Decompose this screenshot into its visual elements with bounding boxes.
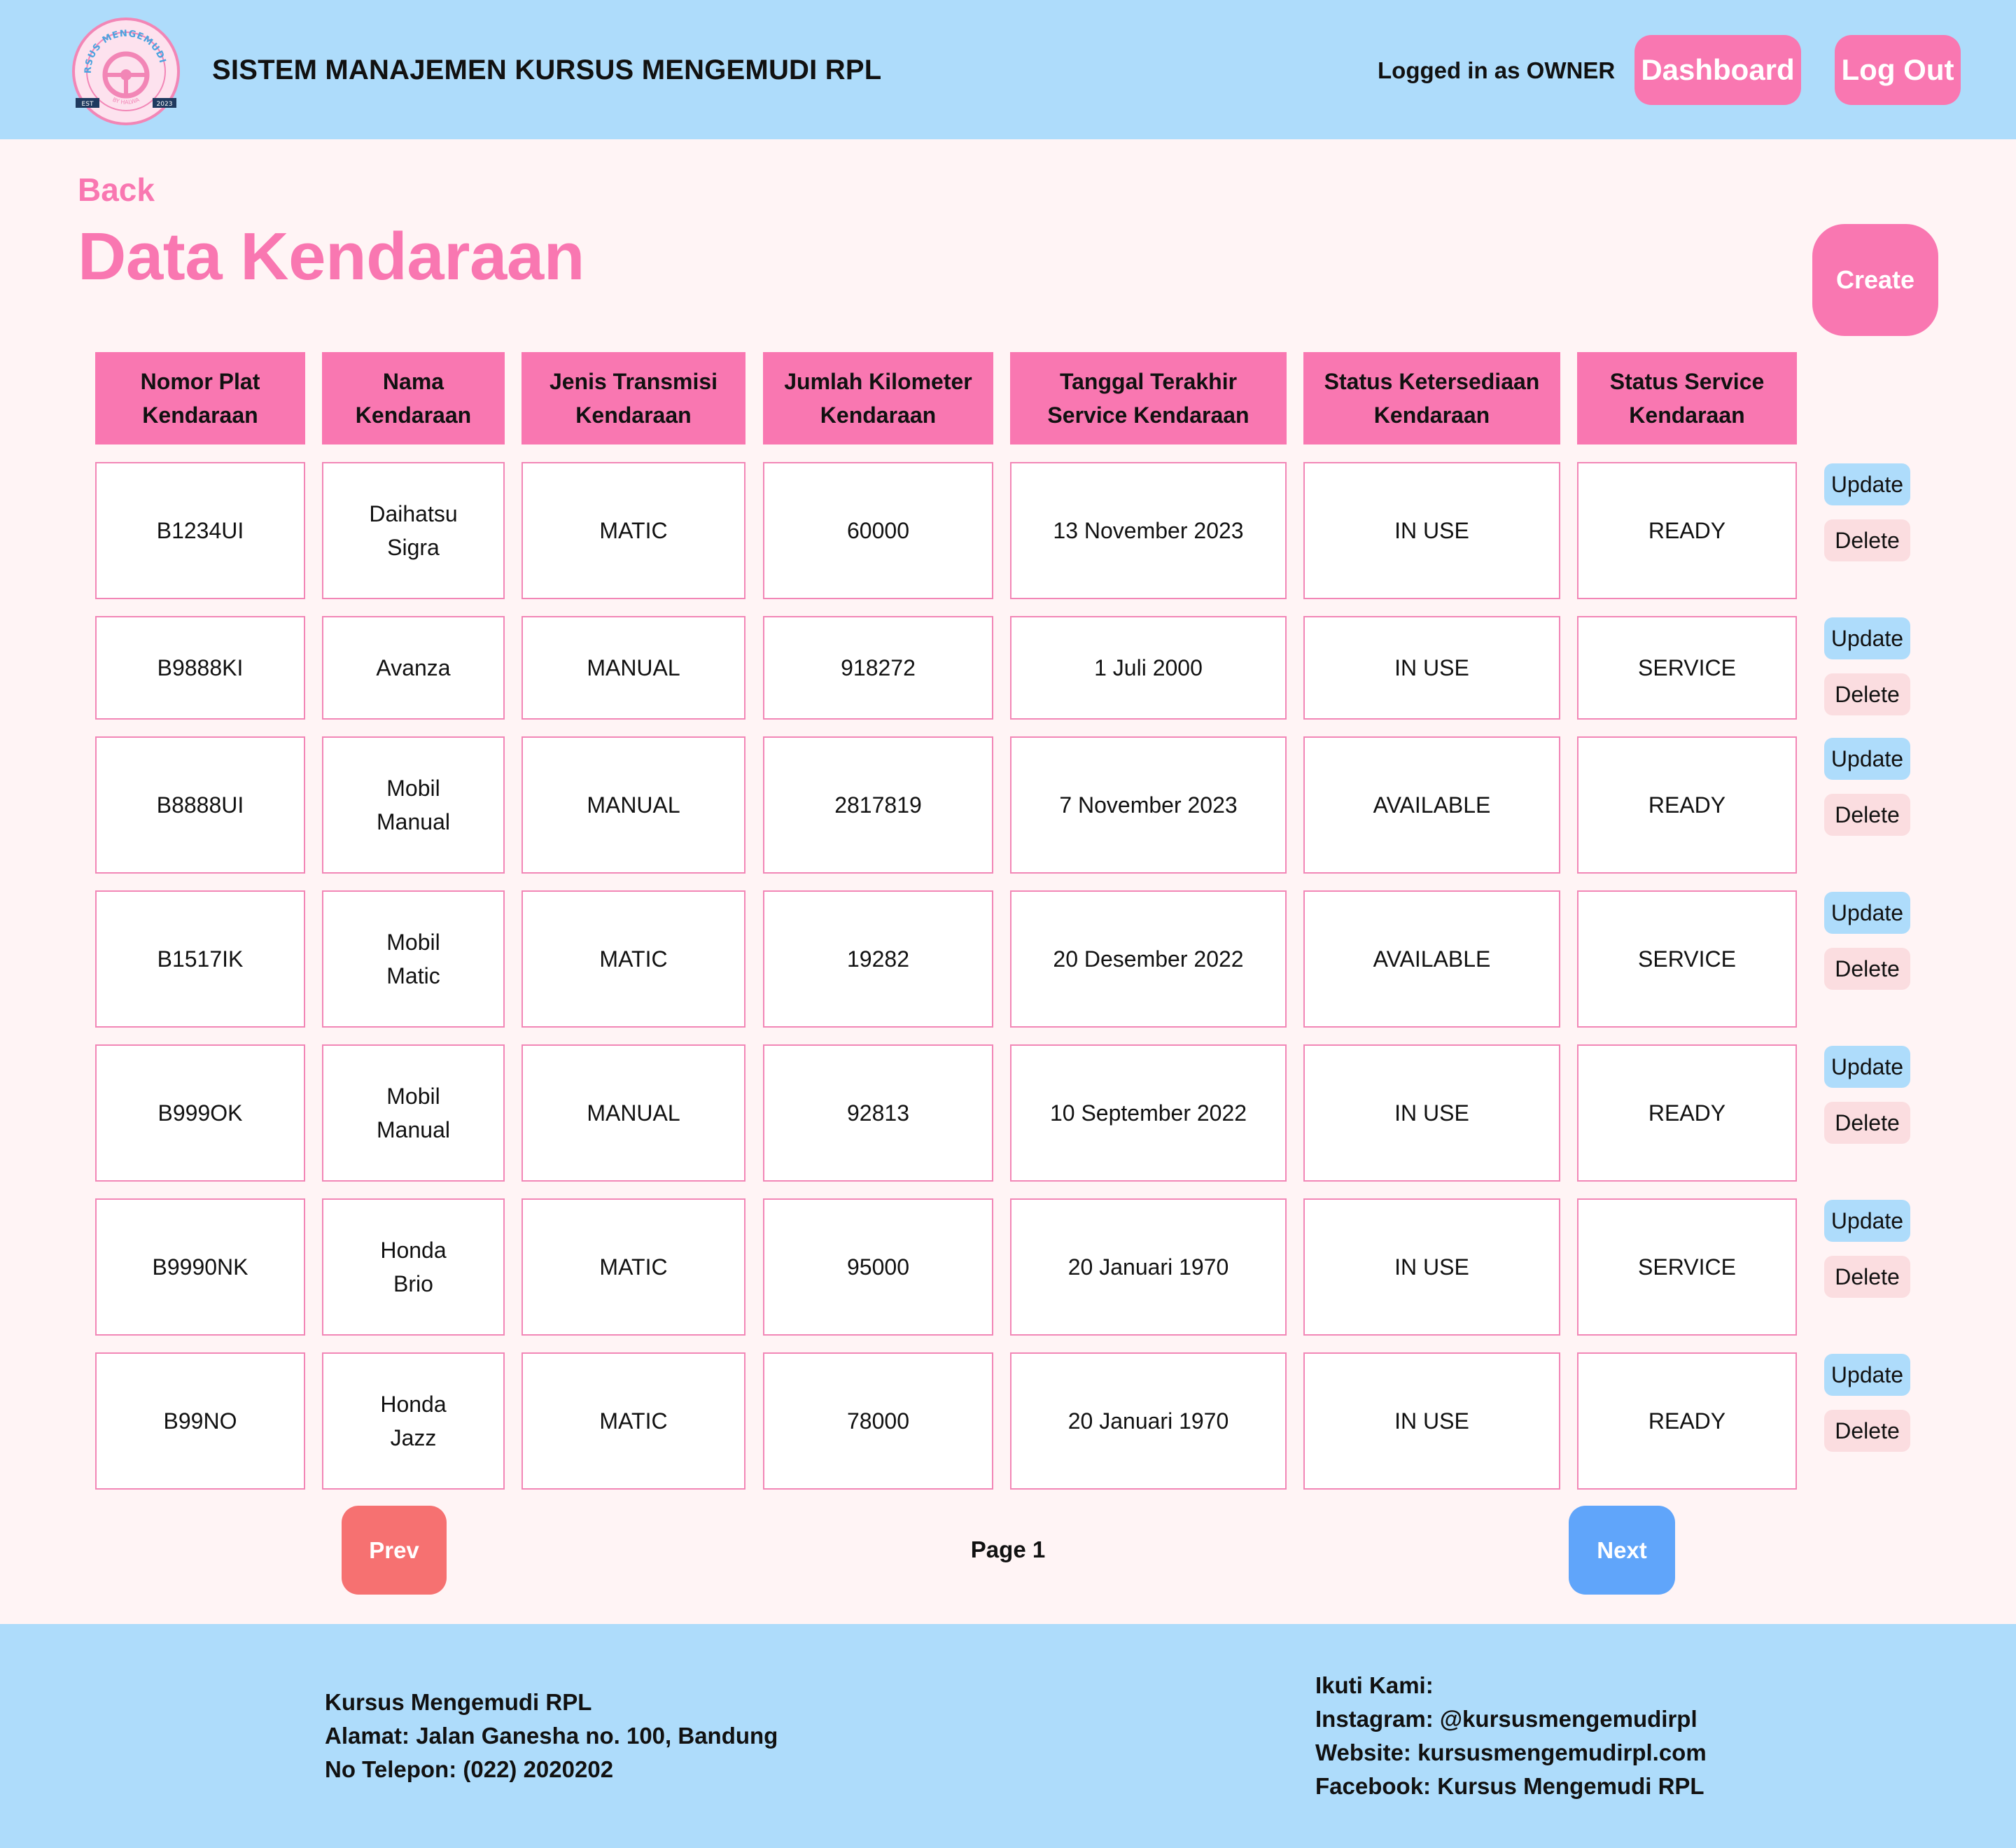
footer-company: Kursus Mengemudi RPL xyxy=(325,1689,592,1715)
table-cell-service-status: SERVICE xyxy=(1577,1198,1797,1336)
table-cell-service-status: READY xyxy=(1577,462,1797,599)
footer-website[interactable]: Website: kursusmengemudirpl.com xyxy=(1315,1736,1707,1770)
table-cell-service-status: SERVICE xyxy=(1577,616,1797,720)
table-cell-name: Mobil Manual xyxy=(322,1044,505,1182)
logo-icon: KURSUS MENGEMUDI RPL EST 2023 BY HALWA xyxy=(70,15,180,125)
table-cell-kilometer: 918272 xyxy=(763,616,993,720)
table-cell-plate: B9888KI xyxy=(95,616,305,720)
footer-instagram[interactable]: Instagram: @kursusmengemudirpl xyxy=(1315,1702,1707,1736)
table-cell-availability: IN USE xyxy=(1303,1044,1560,1182)
table-cell-kilometer: 95000 xyxy=(763,1198,993,1336)
update-button[interactable]: Update xyxy=(1824,738,1910,780)
update-button[interactable]: Update xyxy=(1824,892,1910,934)
column-header-plate: Nomor Plat Kendaraan xyxy=(95,352,305,444)
update-button[interactable]: Update xyxy=(1824,463,1910,505)
table-cell-transmission: MATIC xyxy=(522,462,746,599)
column-header-transmission: Jenis Transmisi Kendaraan xyxy=(522,352,746,444)
table-cell-service-status: SERVICE xyxy=(1577,890,1797,1028)
column-header-availability: Status Ketersediaan Kendaraan xyxy=(1303,352,1560,444)
delete-button[interactable]: Delete xyxy=(1824,519,1910,561)
table-cell-name: Honda Jazz xyxy=(322,1352,505,1490)
table-cell-transmission: MATIC xyxy=(522,1198,746,1336)
table-cell-availability: AVAILABLE xyxy=(1303,736,1560,874)
delete-button[interactable]: Delete xyxy=(1824,673,1910,715)
footer-phone: No Telepon: (022) 2020202 xyxy=(325,1756,614,1782)
table-cell-service-status: READY xyxy=(1577,1044,1797,1182)
table-cell-plate: B1234UI xyxy=(95,462,305,599)
table-cell-kilometer: 2817819 xyxy=(763,736,993,874)
table-cell-plate: B1517IK xyxy=(95,890,305,1028)
table-cell-availability: IN USE xyxy=(1303,462,1560,599)
column-header-service-date: Tanggal Terakhir Service Kendaraan xyxy=(1010,352,1287,444)
table-cell-plate: B9990NK xyxy=(95,1198,305,1336)
update-button[interactable]: Update xyxy=(1824,617,1910,659)
table-cell-transmission: MATIC xyxy=(522,890,746,1028)
logged-in-status: Logged in as OWNER xyxy=(1378,57,1616,83)
table-cell-service-date: 7 November 2023 xyxy=(1010,736,1287,874)
logout-button[interactable]: Log Out xyxy=(1835,35,1961,105)
table-cell-plate: B8888UI xyxy=(95,736,305,874)
page-title: Data Kendaraan xyxy=(78,219,584,294)
table-cell-transmission: MATIC xyxy=(522,1352,746,1490)
back-link[interactable]: Back xyxy=(78,171,155,209)
footer-follow-label: Ikuti Kami: xyxy=(1315,1672,1434,1698)
update-button[interactable]: Update xyxy=(1824,1354,1910,1396)
delete-button[interactable]: Delete xyxy=(1824,1256,1910,1298)
footer-address: Alamat: Jalan Ganesha no. 100, Bandung xyxy=(325,1723,778,1749)
table-cell-availability: IN USE xyxy=(1303,616,1560,720)
footer-social: Ikuti Kami: Instagram: @kursusmengemudir… xyxy=(1315,1669,1707,1803)
update-button[interactable]: Update xyxy=(1824,1200,1910,1242)
table-cell-name: Mobil Manual xyxy=(322,736,505,874)
delete-button[interactable]: Delete xyxy=(1824,948,1910,990)
table-cell-service-date: 10 September 2022 xyxy=(1010,1044,1287,1182)
table-cell-transmission: MANUAL xyxy=(522,616,746,720)
table-cell-kilometer: 92813 xyxy=(763,1044,993,1182)
table-cell-name: Honda Brio xyxy=(322,1198,505,1336)
table-cell-kilometer: 60000 xyxy=(763,462,993,599)
column-header-service-status: Status Service Kendaraan xyxy=(1577,352,1797,444)
prev-page-button[interactable]: Prev xyxy=(342,1506,447,1595)
table-cell-service-date: 20 Januari 1970 xyxy=(1010,1352,1287,1490)
table-cell-availability: IN USE xyxy=(1303,1352,1560,1490)
table-cell-availability: IN USE xyxy=(1303,1198,1560,1336)
column-header-kilometer: Jumlah Kilometer Kendaraan xyxy=(763,352,993,444)
page-indicator: Page 1 xyxy=(970,1536,1046,1562)
table-cell-service-status: READY xyxy=(1577,736,1797,874)
dashboard-button[interactable]: Dashboard xyxy=(1634,35,1801,105)
table-cell-service-date: 13 November 2023 xyxy=(1010,462,1287,599)
top-navbar: KURSUS MENGEMUDI RPL EST 2023 BY HALWA S… xyxy=(0,0,2016,139)
table-cell-name: Daihatsu Sigra xyxy=(322,462,505,599)
table-cell-transmission: MANUAL xyxy=(522,1044,746,1182)
svg-text:EST: EST xyxy=(82,101,94,108)
table-cell-service-date: 20 Januari 1970 xyxy=(1010,1198,1287,1336)
table-cell-kilometer: 19282 xyxy=(763,890,993,1028)
column-header-name: Nama Kendaraan xyxy=(322,352,505,444)
table-cell-plate: B99NO xyxy=(95,1352,305,1490)
svg-text:2023: 2023 xyxy=(157,101,173,108)
footer: Kursus Mengemudi RPL Alamat: Jalan Ganes… xyxy=(0,1624,2016,1848)
update-button[interactable]: Update xyxy=(1824,1046,1910,1088)
next-page-button[interactable]: Next xyxy=(1569,1506,1675,1595)
app-title: SISTEM MANAJEMEN KURSUS MENGEMUDI RPL xyxy=(212,55,882,85)
table-cell-service-date: 1 Juli 2000 xyxy=(1010,616,1287,720)
footer-contact: Kursus Mengemudi RPL Alamat: Jalan Ganes… xyxy=(325,1686,778,1786)
table-cell-plate: B999OK xyxy=(95,1044,305,1182)
delete-button[interactable]: Delete xyxy=(1824,1102,1910,1144)
delete-button[interactable]: Delete xyxy=(1824,794,1910,836)
table-cell-name: Mobil Matic xyxy=(322,890,505,1028)
table-cell-service-status: READY xyxy=(1577,1352,1797,1490)
table-cell-transmission: MANUAL xyxy=(522,736,746,874)
table-cell-service-date: 20 Desember 2022 xyxy=(1010,890,1287,1028)
delete-button[interactable]: Delete xyxy=(1824,1410,1910,1452)
footer-facebook[interactable]: Facebook: Kursus Mengemudi RPL xyxy=(1315,1770,1707,1803)
table-cell-name: Avanza xyxy=(322,616,505,720)
create-button[interactable]: Create xyxy=(1812,224,1938,336)
table-cell-availability: AVAILABLE xyxy=(1303,890,1560,1028)
table-cell-kilometer: 78000 xyxy=(763,1352,993,1490)
